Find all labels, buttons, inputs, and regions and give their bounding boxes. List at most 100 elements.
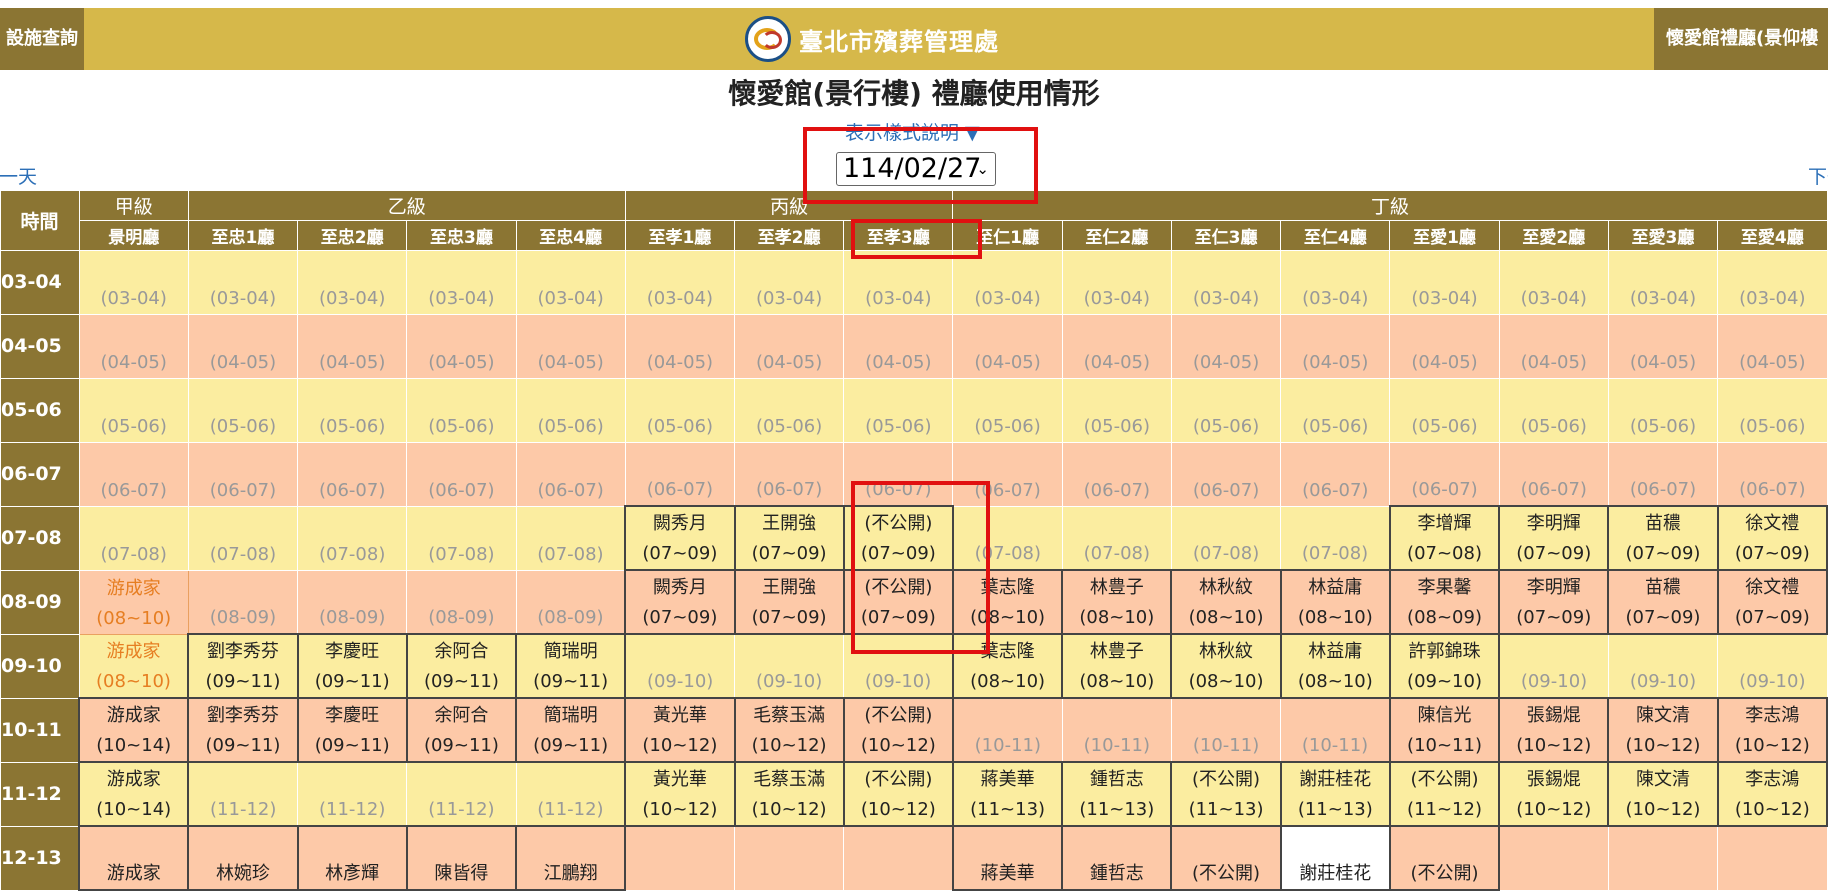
brand[interactable]: 臺北市殯葬管理處 — [745, 15, 999, 63]
empty-slot-cell[interactable]: (06-07) — [1498, 441, 1609, 507]
empty-slot-cell[interactable]: (06-07) — [1170, 441, 1282, 507]
empty-slot-cell[interactable]: (09-10) — [733, 633, 845, 699]
empty-slot-cell[interactable]: (10-11) — [1280, 697, 1391, 763]
booking-cell[interactable]: 林婉珍 — [187, 825, 299, 891]
empty-slot-cell[interactable]: (04-05) — [733, 313, 845, 379]
empty-slot-cell[interactable]: (03-04) — [1498, 249, 1609, 315]
booking-cell[interactable]: 李志鴻 (10~12) — [1716, 761, 1828, 827]
empty-slot-cell[interactable]: (05-06) — [1389, 377, 1500, 443]
empty-slot-cell[interactable]: (03-04) — [624, 249, 736, 315]
empty-slot-cell[interactable]: (06-07) — [297, 441, 408, 507]
hall-header[interactable]: 至愛2廳 — [1499, 220, 1609, 250]
empty-slot-cell[interactable]: (11-12) — [297, 761, 408, 827]
booking-cell[interactable]: 鍾哲志 (11~13) — [1061, 761, 1173, 827]
empty-slot-cell[interactable]: (09-10) — [624, 633, 736, 699]
booking-cell[interactable]: 游成家 (10~14) — [78, 761, 190, 827]
booking-cell[interactable]: 毛蔡玉滿 (10~12) — [733, 697, 845, 763]
booking-cell[interactable]: (不公開) (07~09) — [842, 569, 954, 635]
empty-slot-cell[interactable]: (09-10) — [1498, 633, 1609, 699]
empty-slot-cell[interactable] — [843, 825, 954, 891]
booking-cell[interactable]: 許郭錦珠 (09~10) — [1388, 633, 1501, 699]
empty-slot-cell[interactable]: (09-10) — [1607, 633, 1719, 699]
hall-header[interactable]: 至忠2廳 — [297, 220, 408, 250]
empty-slot-cell[interactable]: (06-07) — [624, 441, 736, 507]
booking-cell[interactable]: 李增輝 (07~08) — [1388, 505, 1501, 571]
booking-cell[interactable]: 林秋紋 (08~10) — [1170, 633, 1282, 699]
empty-slot-cell[interactable]: (05-06) — [297, 377, 408, 443]
booking-cell[interactable]: 林豊子 (08~10) — [1061, 633, 1173, 699]
empty-slot-cell[interactable]: (03-04) — [733, 249, 845, 315]
booking-cell[interactable]: (不公開) (11~13) — [1170, 761, 1282, 827]
hall-menu-button[interactable]: 懷愛館禮廳(景仰樓 — [1654, 8, 1828, 70]
hall-header[interactable]: 至忠1廳 — [188, 220, 299, 250]
empty-slot-cell[interactable]: (03-04) — [952, 249, 1063, 315]
empty-slot-cell[interactable]: (11-12) — [515, 761, 626, 827]
empty-slot-cell[interactable]: (03-04) — [1607, 249, 1719, 315]
empty-slot-cell[interactable]: (05-06) — [78, 377, 189, 443]
empty-slot-cell[interactable]: (03-04) — [1717, 249, 1828, 315]
empty-slot-cell[interactable]: (05-06) — [952, 377, 1063, 443]
hall-header[interactable]: 至孝2廳 — [734, 220, 845, 250]
empty-slot-cell[interactable]: (06-07) — [78, 441, 189, 507]
empty-slot-cell[interactable]: (05-06) — [1498, 377, 1609, 443]
booking-cell[interactable]: 陳文清 (10~12) — [1607, 697, 1719, 763]
empty-slot-cell[interactable]: (06-07) — [1389, 441, 1500, 507]
empty-slot-cell[interactable]: (08-09) — [187, 569, 299, 635]
empty-slot-cell[interactable]: (06-07) — [733, 441, 845, 507]
empty-slot-cell[interactable]: (07-08) — [406, 505, 517, 571]
empty-slot-cell[interactable]: (04-05) — [187, 313, 299, 379]
empty-slot-cell[interactable]: (05-06) — [1607, 377, 1719, 443]
hall-header[interactable]: 至愛3廳 — [1608, 220, 1719, 250]
hall-header[interactable]: 至仁4廳 — [1280, 220, 1391, 250]
empty-slot-cell[interactable]: (07-08) — [515, 505, 626, 571]
booking-cell[interactable]: 徐文禮 (07~09) — [1716, 505, 1828, 571]
empty-slot-cell[interactable]: (06-07) — [1280, 441, 1391, 507]
empty-slot-cell[interactable]: (04-05) — [1607, 313, 1719, 379]
empty-slot-cell[interactable]: (10-11) — [952, 697, 1063, 763]
empty-slot-cell[interactable]: (03-04) — [187, 249, 299, 315]
booking-cell[interactable]: 江鵬翔 — [515, 825, 627, 891]
booking-cell[interactable]: 李明輝 (07~09) — [1498, 505, 1610, 571]
empty-slot-cell[interactable]: (06-07) — [843, 441, 954, 507]
empty-slot-cell[interactable]: (07-08) — [1061, 505, 1172, 571]
empty-slot-cell[interactable]: (08-09) — [515, 569, 626, 635]
booking-cell[interactable]: 葉志隆 (08~10) — [951, 569, 1064, 635]
booking-cell[interactable]: 簡瑞明 (09~11) — [515, 633, 627, 699]
empty-slot-cell[interactable]: (03-04) — [1061, 249, 1172, 315]
booking-cell[interactable]: 林益庸 (08~10) — [1279, 633, 1391, 699]
empty-slot-cell[interactable]: (03-04) — [1280, 249, 1391, 315]
booking-cell[interactable]: (不公開) (10~12) — [842, 761, 954, 827]
booking-cell[interactable]: 黃光華 (10~12) — [624, 761, 736, 827]
booking-cell[interactable]: 余阿合 (09~11) — [405, 633, 518, 699]
booking-cell[interactable]: 葉志隆 (08~10) — [951, 633, 1064, 699]
empty-slot-cell[interactable]: (05-06) — [515, 377, 626, 443]
hall-header[interactable]: 至忠3廳 — [406, 220, 517, 250]
hall-header[interactable]: 至忠4廳 — [516, 220, 626, 250]
empty-slot-cell[interactable]: (09-10) — [843, 633, 954, 699]
empty-slot-cell[interactable]: (05-06) — [624, 377, 736, 443]
empty-slot-cell[interactable]: (10-11) — [1170, 697, 1282, 763]
empty-slot-cell[interactable]: (05-06) — [1170, 377, 1282, 443]
booking-cell[interactable]: (不公開) (07~09) — [842, 505, 954, 571]
empty-slot-cell[interactable]: (04-05) — [78, 313, 189, 379]
empty-slot-cell[interactable]: (04-05) — [952, 313, 1063, 379]
booking-cell[interactable]: 林豊子 (08~10) — [1061, 569, 1173, 635]
booking-cell[interactable]: 林益庸 (08~10) — [1279, 569, 1391, 635]
empty-slot-cell[interactable]: (03-04) — [297, 249, 408, 315]
booking-cell[interactable]: 謝莊桂花 — [1279, 825, 1391, 891]
empty-slot-cell[interactable]: (07-08) — [1280, 505, 1391, 571]
booking-cell[interactable]: (不公開) (10~12) — [842, 697, 954, 763]
booking-cell[interactable]: 陳信光 (10~11) — [1388, 697, 1501, 763]
booking-cell[interactable]: 張錫焜 (10~12) — [1498, 697, 1610, 763]
booking-cell[interactable]: 余阿合 (09~11) — [405, 697, 518, 763]
empty-slot-cell[interactable]: (07-08) — [1170, 505, 1282, 571]
hall-header[interactable]: 景明廳 — [79, 220, 189, 250]
booking-cell[interactable]: (不公開) (11~12) — [1388, 761, 1501, 827]
empty-slot-cell[interactable]: (04-05) — [1717, 313, 1828, 379]
facility-search-button[interactable]: 設施查詢 — [0, 8, 84, 70]
hall-header[interactable]: 至愛4廳 — [1717, 220, 1828, 250]
empty-slot-cell[interactable]: (05-06) — [1717, 377, 1828, 443]
booking-cell[interactable]: 闕秀月 (07~09) — [624, 505, 736, 571]
empty-slot-cell[interactable]: (04-05) — [624, 313, 736, 379]
booking-cell[interactable]: 王開強 (07~09) — [733, 505, 845, 571]
